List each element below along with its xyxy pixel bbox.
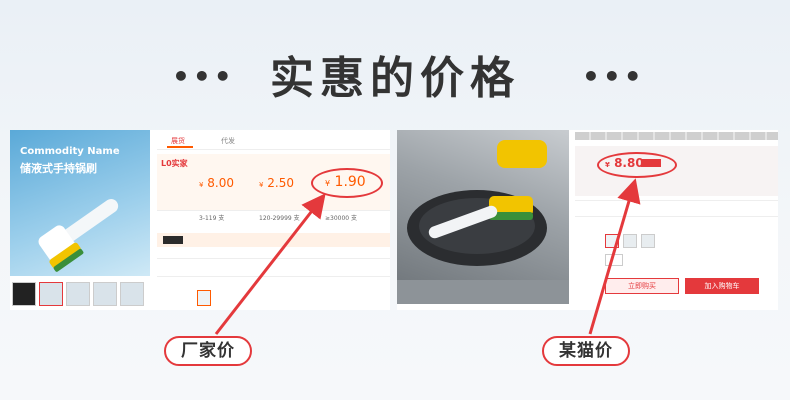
arrow-to-tmall-price — [588, 178, 641, 335]
arrow-to-factory-price — [214, 193, 326, 335]
arrow-overlay — [214, 178, 641, 335]
factory-price-label: 厂家价 — [164, 336, 252, 366]
tmall-price-label: 某猫价 — [542, 336, 630, 366]
